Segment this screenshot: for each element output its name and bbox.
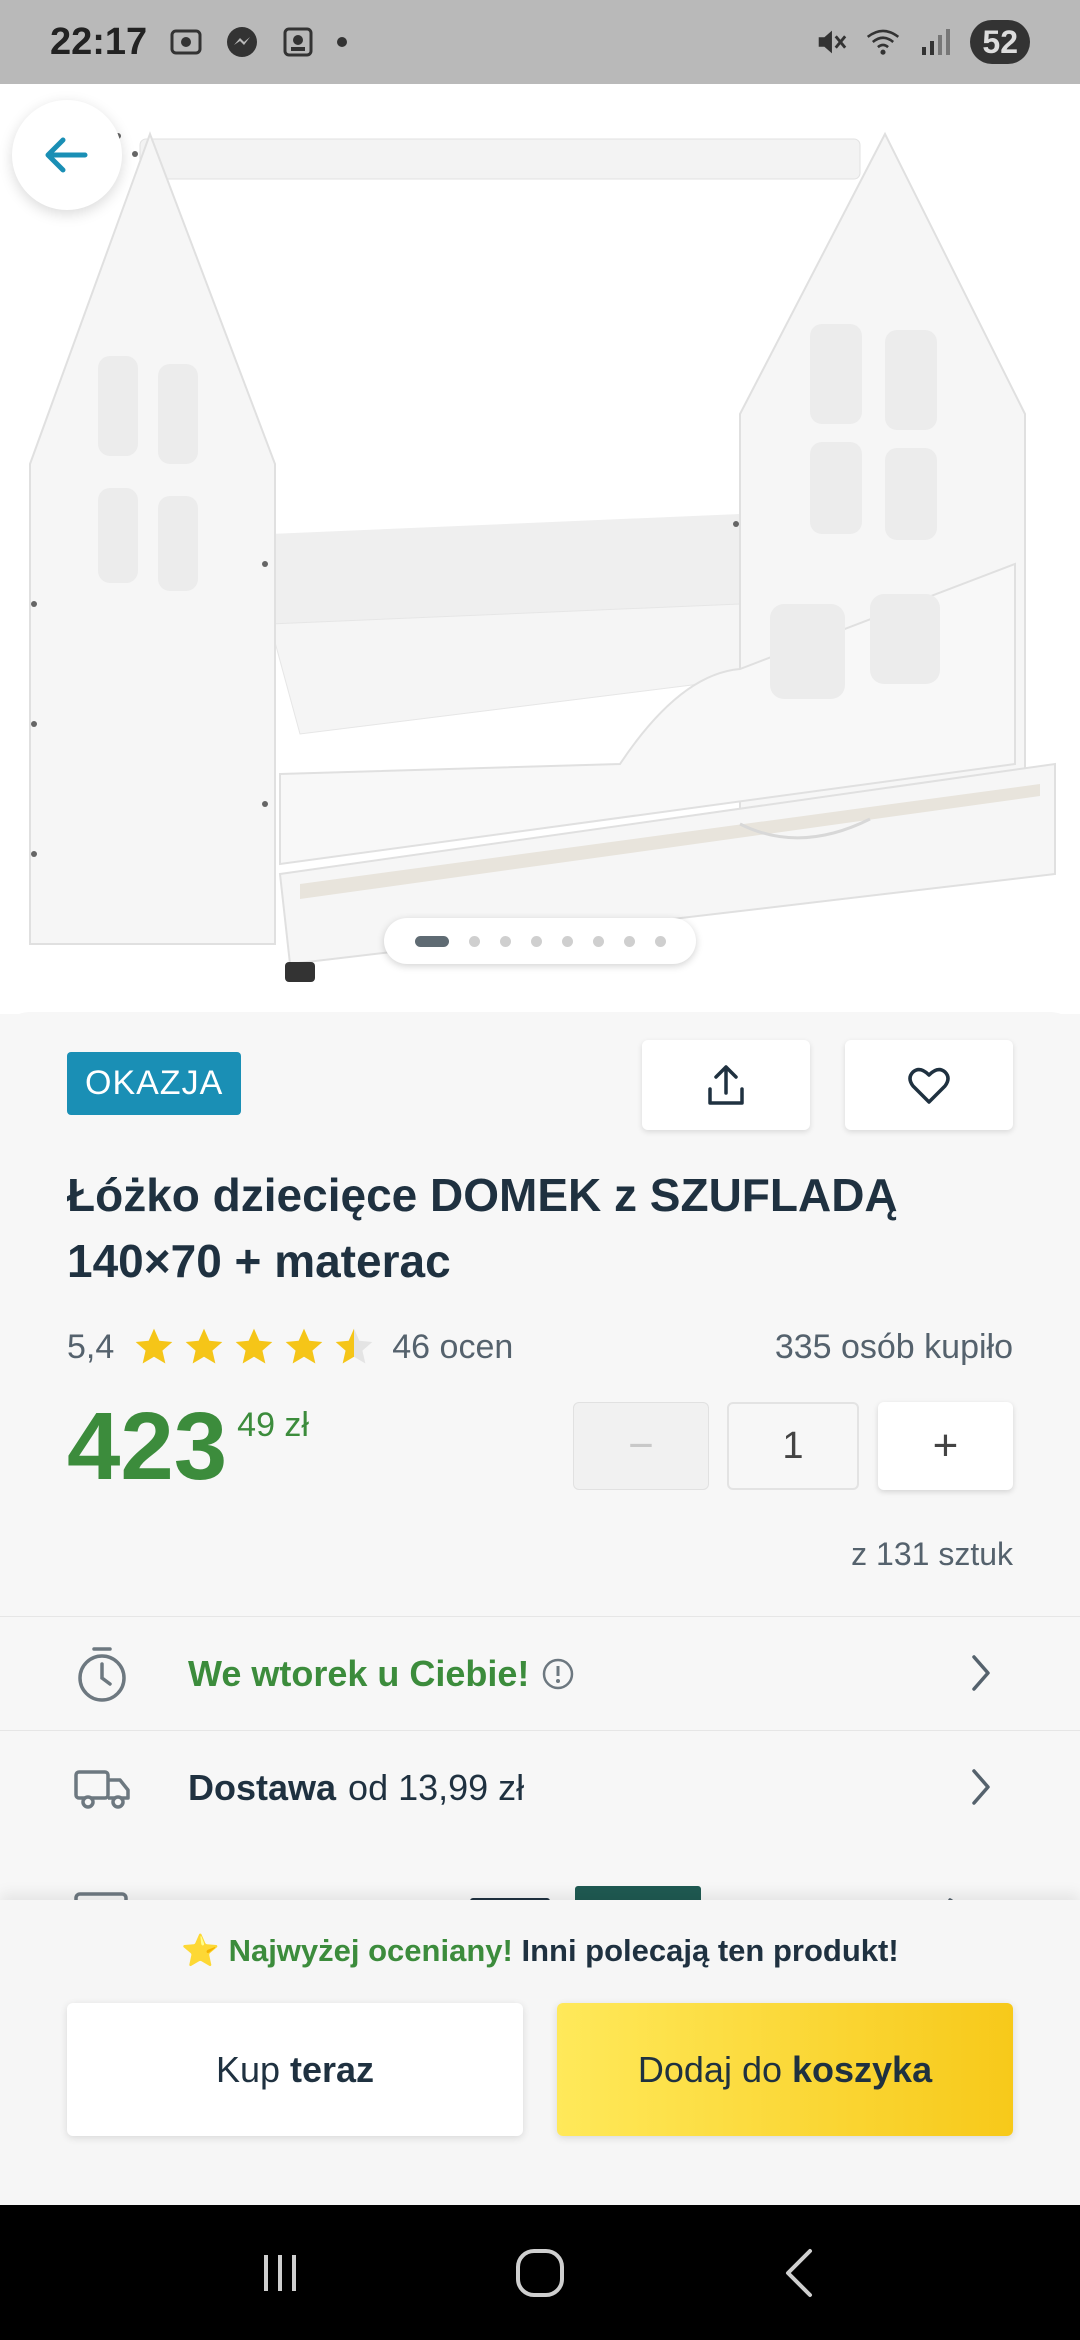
add-to-cart-button[interactable]: Dodaj do koszyka: [557, 2003, 1013, 2136]
messenger-icon: [225, 25, 259, 59]
product-title: Łóżko dziecięce DOMEK z SZUFLADĄ 140×70 …: [67, 1169, 898, 1287]
buy-now-label-bold: teraz: [290, 2048, 375, 2090]
system-navigation-bar: [0, 2205, 1080, 2340]
status-time: 22:17: [50, 20, 148, 63]
product-details: OKAZJA Łóżko dziecięce DOMEK z SZUFLADĄ …: [0, 1012, 1080, 1912]
quantity-increase-button[interactable]: +: [878, 1402, 1013, 1490]
back-nav-icon[interactable]: [770, 2243, 830, 2303]
delivery-label: Dostawa: [188, 1766, 337, 1808]
star-emoji-icon: ⭐: [181, 1933, 220, 1968]
price: 423 49 zł: [67, 1392, 309, 1502]
product-image-carousel[interactable]: [0, 84, 1080, 1014]
share-icon: [708, 1065, 744, 1105]
bought-count: 335 osób kupiło: [774, 1327, 1013, 1366]
reviews-count[interactable]: 46 ocen: [392, 1328, 513, 1367]
status-bar: 22:17 52: [0, 0, 1080, 84]
star-half-icon: [335, 1328, 373, 1364]
carousel-dot[interactable]: [468, 935, 480, 947]
info-icon[interactable]: [541, 1657, 575, 1691]
star-icon: [285, 1328, 323, 1364]
home-icon[interactable]: [510, 2243, 570, 2303]
quantity-decrease-button[interactable]: −: [573, 1402, 709, 1490]
carousel-dot-active[interactable]: [414, 935, 449, 947]
app-notification-icon: [281, 25, 315, 59]
add-to-cart-label: Dodaj do: [637, 2048, 782, 2090]
price-fraction: 49 zł: [237, 1406, 309, 1444]
stock-info: z 131 sztuk: [851, 1536, 1013, 1572]
favorite-button[interactable]: [845, 1040, 1013, 1130]
promo-banner: ⭐ Najwyżej oceniany! Inni polecają ten p…: [0, 1932, 1080, 1969]
star-icon: [135, 1328, 173, 1364]
signal-icon: [918, 25, 952, 59]
star-icon: [185, 1328, 223, 1364]
rating-row[interactable]: 5,4 46 ocen 335 osób kupiło: [67, 1322, 1013, 1372]
battery-indicator: 52: [970, 20, 1030, 64]
share-button[interactable]: [642, 1040, 810, 1130]
promo-highlight: Najwyżej oceniany!: [228, 1933, 513, 1968]
carousel-dot[interactable]: [561, 935, 573, 947]
quantity-input[interactable]: 1: [727, 1402, 859, 1490]
carousel-dot[interactable]: [654, 935, 666, 947]
rating-value: 5,4: [67, 1327, 115, 1366]
price-main: 423: [67, 1393, 228, 1500]
delivery-price: od 13,99 zł: [348, 1766, 525, 1808]
chevron-right-icon: [972, 1769, 990, 1805]
carousel-dot[interactable]: [592, 935, 604, 947]
carousel-dot[interactable]: [623, 935, 635, 947]
delivery-cost-row[interactable]: Dostawa od 13,99 zł: [0, 1730, 1080, 1844]
back-button[interactable]: [12, 100, 122, 210]
chevron-right-icon: [972, 1655, 990, 1691]
bottom-action-panel: ⭐ Najwyżej oceniany! Inni polecają ten p…: [0, 1900, 1080, 2205]
delivery-day-text: We wtorek u Ciebie!: [188, 1652, 530, 1694]
mute-icon: [814, 25, 848, 59]
truck-icon: [70, 1756, 134, 1820]
wifi-icon: [866, 25, 900, 59]
carousel-dot[interactable]: [530, 935, 542, 947]
heart-icon: [908, 1067, 950, 1104]
star-icon: [235, 1328, 273, 1364]
more-notifications-dot: [337, 37, 348, 47]
stopwatch-icon: [70, 1642, 134, 1706]
carousel-dot[interactable]: [499, 935, 511, 947]
deal-badge: OKAZJA: [67, 1052, 242, 1115]
delivery-day-row[interactable]: We wtorek u Ciebie!: [0, 1616, 1080, 1730]
rating-stars: [132, 1325, 376, 1369]
carousel-indicator[interactable]: [384, 918, 696, 964]
buy-now-label: Kup: [215, 2048, 280, 2090]
buy-now-button[interactable]: Kup teraz: [67, 2003, 523, 2136]
product-image: [0, 84, 1080, 1014]
screenshot-icon: [169, 25, 203, 59]
arrow-left-icon: [45, 137, 88, 173]
promo-text: Inni polecają ten produkt!: [521, 1933, 899, 1968]
recent-apps-icon[interactable]: [250, 2243, 310, 2303]
add-to-cart-label-bold: koszyka: [792, 2048, 933, 2090]
